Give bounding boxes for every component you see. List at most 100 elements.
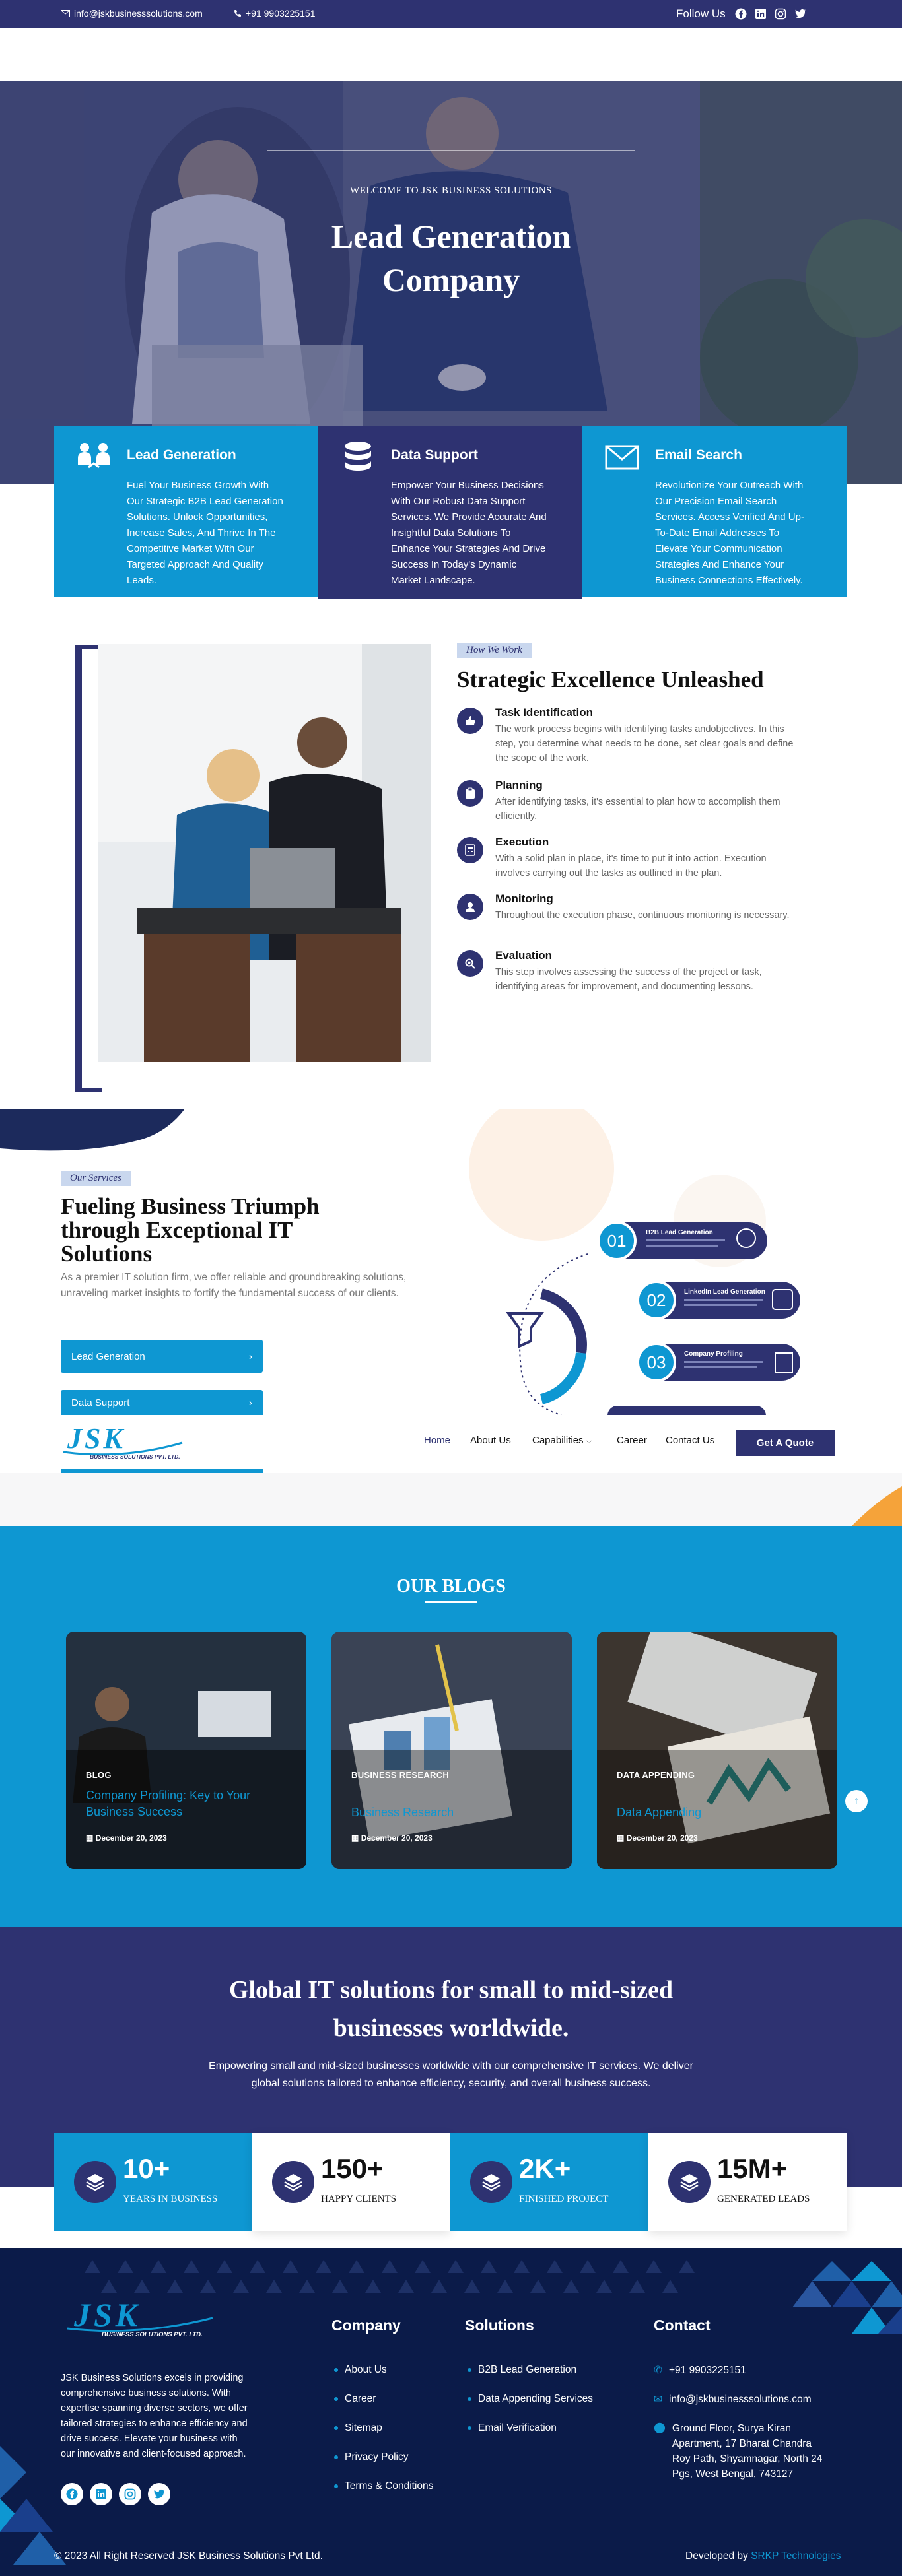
database-icon	[345, 442, 371, 471]
footer-link-label: Sitemap	[345, 2422, 382, 2433]
stat-label: HAPPY CLIENTS	[321, 2194, 397, 2204]
footer-phone[interactable]: ✆ +91 9903225151	[654, 2364, 746, 2377]
blog-card[interactable]: DATA APPENDING Data Appending ▦ December…	[597, 1632, 837, 1869]
blog-card[interactable]: BLOG Company Profiling: Key to Your Busi…	[66, 1632, 306, 1869]
footer-link-b2b[interactable]: B2B Lead Generation	[468, 2364, 576, 2376]
how-title: Strategic Excellence Unleashed	[457, 667, 764, 692]
service-button-lead-generation[interactable]: Lead Generation ›	[61, 1340, 263, 1373]
footer-link-sitemap[interactable]: Sitemap	[334, 2422, 382, 2434]
footer-link-career[interactable]: Career	[334, 2393, 376, 2405]
feature-text: Empower Your Business Decisions With Our…	[391, 480, 547, 586]
stat-projects: 2K+ FINISHED PROJECT	[450, 2133, 648, 2231]
feature-title: Data Support	[391, 447, 478, 463]
stat-label: YEARS IN BUSINESS	[123, 2194, 218, 2204]
step-title: Execution	[495, 836, 549, 848]
blogs-title-underline	[425, 1601, 477, 1603]
blog-title[interactable]: Company Profiling: Key to Your Business …	[86, 1787, 284, 1820]
blog-date-text: December 20, 2023	[626, 1833, 698, 1843]
footer-logo[interactable]: JSK BUSINESS SOLUTIONS PVT. LTD.	[61, 2294, 219, 2340]
developed-by-label: Developed by	[685, 2550, 748, 2561]
instagram-icon[interactable]	[119, 2483, 141, 2505]
infographic-num: 02	[647, 1290, 666, 1310]
footer-link-label: B2B Lead Generation	[478, 2364, 577, 2375]
get-a-quote-button[interactable]: Get A Quote	[736, 1430, 835, 1456]
feature-card-lead-generation[interactable]: Lead Generation Fuel Your Business Growt…	[54, 426, 318, 597]
footer-link-about[interactable]: About Us	[334, 2364, 387, 2376]
footer-contact-title: Contact	[654, 2317, 711, 2334]
services-title-line2: through Exceptional IT	[61, 1217, 293, 1243]
how-badge: How We Work	[457, 643, 532, 658]
section-transition	[0, 1473, 902, 1526]
blog-title[interactable]: Business Research	[351, 1804, 549, 1821]
instagram-icon[interactable]	[773, 7, 788, 21]
developer-link[interactable]: SRKP Technologies	[751, 2550, 841, 2561]
nav-capabilities[interactable]: Capabilities ⌵	[532, 1435, 592, 1446]
blog-card[interactable]: BUSINESS RESEARCH Business Research ▦ De…	[331, 1632, 572, 1869]
step-evaluation: Evaluation This step involves assessing …	[457, 949, 800, 994]
footer-link-label: Terms & Conditions	[345, 2480, 434, 2492]
services-badge: Our Services	[61, 1171, 131, 1186]
nav-about-us[interactable]: About Us	[470, 1435, 511, 1446]
twitter-icon[interactable]	[793, 7, 808, 21]
linkedin-icon[interactable]	[753, 7, 768, 21]
scroll-to-top-button[interactable]: ↑	[845, 1790, 868, 1812]
stat-label: FINISHED PROJECT	[519, 2194, 609, 2204]
envelope-icon	[61, 9, 70, 17]
step-title: Planning	[495, 779, 543, 791]
chevron-down-icon: ⌵	[586, 1437, 592, 1445]
footer-link-terms[interactable]: Terms & Conditions	[334, 2480, 433, 2492]
phone-icon: ✆	[654, 2365, 662, 2376]
blog-date: ▦ December 20, 2023	[617, 1833, 698, 1843]
topbar-phone[interactable]: +91 9903225151	[234, 8, 316, 18]
feature-title: Email Search	[655, 447, 742, 463]
blogs-section: OUR BLOGS BLOG Company Profiling: Key to…	[0, 1526, 902, 1927]
calculator-icon	[457, 837, 483, 863]
topbar-phone-text: +91 9903225151	[246, 8, 316, 18]
blog-date: ▦ December 20, 2023	[351, 1833, 433, 1843]
step-text: With a solid plan in place, it's time to…	[495, 853, 767, 878]
topbar-email[interactable]: info@jskbusinesssolutions.com	[61, 8, 203, 18]
infographic-num: 01	[607, 1231, 627, 1251]
footer-link-email-verification[interactable]: Email Verification	[468, 2422, 557, 2434]
nav-contact-us[interactable]: Contact Us	[666, 1435, 714, 1446]
bullet-icon	[334, 2397, 338, 2401]
clipboard-icon	[457, 780, 483, 807]
footer-link-label: Data Appending Services	[478, 2393, 594, 2404]
location-pin-icon: ⬤	[654, 2422, 666, 2433]
footer-company-title: Company	[331, 2317, 401, 2334]
footer-link-data-appending[interactable]: Data Appending Services	[468, 2393, 593, 2405]
footer-phone-text: +91 9903225151	[669, 2364, 746, 2376]
linkedin-icon[interactable]	[90, 2483, 112, 2505]
logo[interactable]: JSK BUSINESS SOLUTIONS PVT. LTD.	[57, 1419, 189, 1465]
logo-text: JSK	[67, 1422, 125, 1455]
feature-card-data-support[interactable]: Data Support Empower Your Business Decis…	[318, 426, 582, 599]
service-button-data-support[interactable]: Data Support ›	[61, 1390, 263, 1415]
bullet-icon	[334, 2455, 338, 2459]
stat-value: 10+	[123, 2153, 170, 2184]
bullet-icon	[334, 2484, 338, 2488]
twitter-icon[interactable]	[148, 2483, 170, 2505]
stat-value: 2K+	[519, 2153, 571, 2184]
global-title: Global IT solutions for small to mid-siz…	[0, 1971, 902, 2047]
infographic-item-3: 03 Company Profiling	[637, 1342, 800, 1382]
envelope-icon: ✉	[654, 2394, 662, 2405]
footer-link-privacy[interactable]: Privacy Policy	[334, 2451, 408, 2463]
services-infographic: 01 B2B Lead Generation 02 LinkedIn Lead …	[506, 1221, 800, 1415]
facebook-icon[interactable]	[61, 2483, 83, 2505]
footer-email[interactable]: ✉ info@jskbusinesssolutions.com	[654, 2393, 812, 2406]
stat-leads: 15M+ GENERATED LEADS	[648, 2133, 847, 2231]
service-button-label: Data Support	[71, 1397, 130, 1408]
facebook-icon[interactable]	[734, 7, 748, 21]
blog-title[interactable]: Data Appending	[617, 1804, 815, 1821]
step-text: The work process begins with identifying…	[495, 724, 794, 764]
nav-career[interactable]: Career	[617, 1435, 647, 1446]
footer-about: JSK Business Solutions excels in providi…	[61, 2373, 248, 2459]
infographic-label: Company Profiling	[684, 1350, 743, 1358]
footer-social	[61, 2483, 170, 2505]
nav-home[interactable]: Home	[424, 1435, 450, 1446]
services-text: As a premier IT solution firm, we offer …	[61, 1272, 407, 1299]
blog-category: DATA APPENDING	[617, 1770, 695, 1780]
feature-card-email-search[interactable]: Email Search Revolutionize Your Outreach…	[582, 426, 847, 597]
user-icon	[457, 894, 483, 920]
footer-link-label: Email Verification	[478, 2422, 557, 2433]
